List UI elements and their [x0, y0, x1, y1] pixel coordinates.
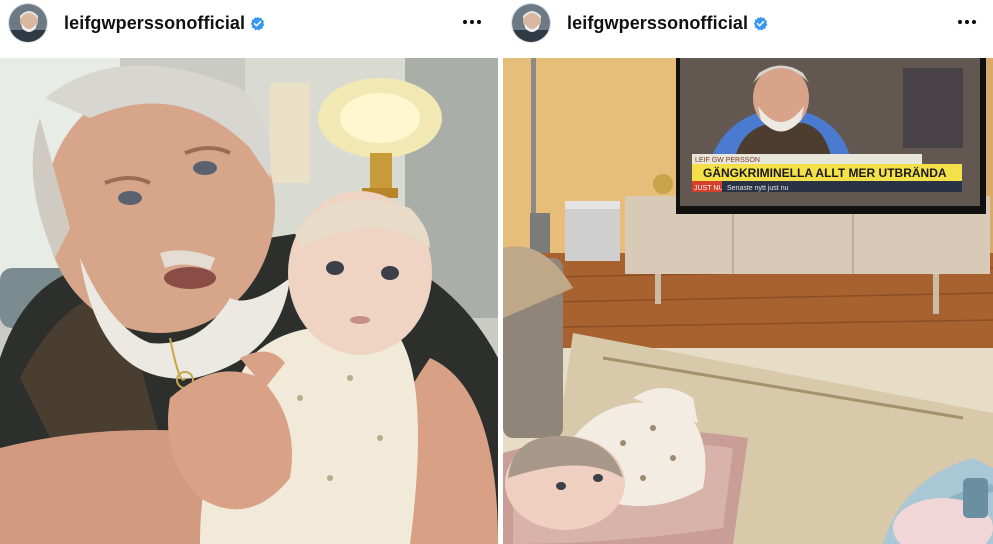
tv-headline: GÄNGKRIMINELLA ALLT MER UTBRÄNDA — [703, 165, 947, 180]
more-options-icon[interactable] — [460, 10, 484, 34]
tv-ticker-label: JUST NU — [694, 185, 723, 192]
username[interactable]: leifgwperssonofficial — [64, 13, 245, 34]
tv-ticker-text: Senaste nytt just nu — [727, 185, 789, 192]
username[interactable]: leifgwperssonofficial — [567, 13, 748, 34]
grandfather-holding-baby-image — [0, 58, 498, 544]
verified-badge-icon — [753, 16, 768, 31]
post-2: leifgwperssonofficial LEIF GW PERSSON GÄ… — [503, 0, 993, 544]
tv-small-tag: LEIF GW PERSSON — [695, 157, 760, 164]
post-1: leifgwperssonofficial — [0, 0, 498, 544]
profile-avatar[interactable] — [8, 3, 48, 43]
more-options-icon[interactable] — [955, 10, 979, 34]
post-photo[interactable] — [0, 58, 498, 544]
baby-watching-tv-image: LEIF GW PERSSON GÄNGKRIMINELLA ALLT MER … — [503, 58, 993, 544]
profile-avatar[interactable] — [511, 3, 551, 43]
post-header: leifgwperssonofficial — [0, 0, 498, 46]
post-photo[interactable]: LEIF GW PERSSON GÄNGKRIMINELLA ALLT MER … — [503, 58, 993, 544]
instagram-posts-collage: leifgwperssonofficial leifgwperssonoffic… — [0, 0, 993, 544]
verified-badge-icon — [250, 16, 265, 31]
post-header: leifgwperssonofficial — [503, 0, 993, 46]
